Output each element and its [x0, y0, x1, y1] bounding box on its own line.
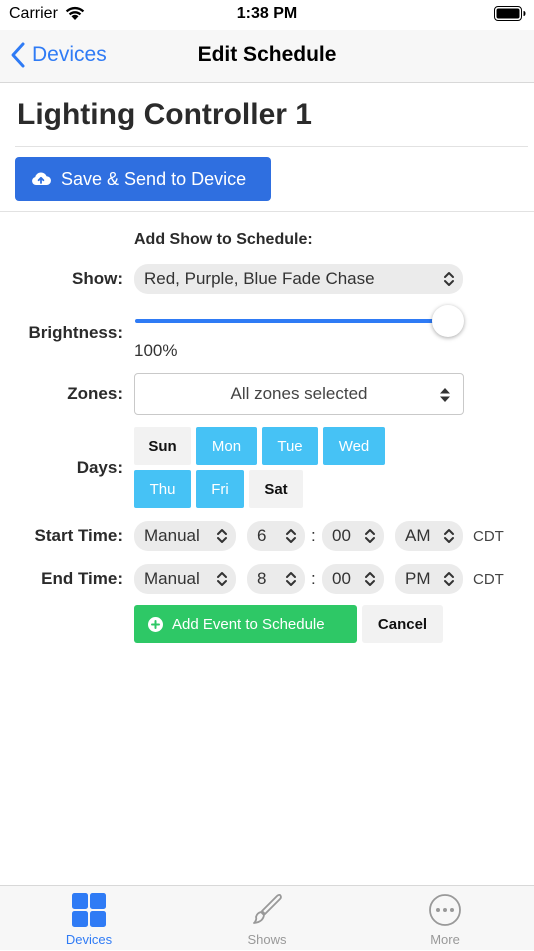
- end-time-mode-value: Manual: [144, 569, 200, 588]
- more-icon: [429, 894, 461, 926]
- start-time-label: Start Time:: [34, 526, 124, 545]
- start-hour-value: 6: [257, 526, 267, 545]
- start-minute-select[interactable]: 00: [322, 521, 384, 551]
- chevron-up-down-icon: [365, 529, 375, 543]
- day-button-sun[interactable]: Sun: [134, 427, 191, 465]
- cloud-upload-icon: [32, 172, 51, 186]
- chevron-up-down-icon: [444, 572, 454, 586]
- end-timezone: CDT: [473, 571, 504, 588]
- days-label: Days:: [76, 458, 123, 477]
- divider: [15, 146, 528, 147]
- end-hour-value: 8: [257, 569, 267, 588]
- zones-select[interactable]: All zones selected: [134, 373, 464, 415]
- start-ampm-select[interactable]: AM: [395, 521, 463, 551]
- tab-devices[interactable]: Devices: [0, 886, 178, 951]
- time-separator: :: [311, 526, 316, 545]
- end-hour-select[interactable]: 8: [247, 564, 305, 594]
- brightness-slider-thumb[interactable]: [432, 305, 464, 337]
- start-timezone: CDT: [473, 528, 504, 545]
- chevron-up-down-icon: [217, 572, 227, 586]
- show-label: Show:: [72, 269, 123, 288]
- divider: [0, 211, 534, 212]
- day-button-mon[interactable]: Mon: [196, 427, 257, 465]
- chevron-up-down-icon: [286, 529, 296, 543]
- day-button-fri[interactable]: Fri: [196, 470, 244, 508]
- grid-icon: [72, 893, 106, 927]
- device-name: Lighting Controller 1: [17, 98, 312, 131]
- chevron-up-down-icon: [286, 572, 296, 586]
- day-button-thu[interactable]: Thu: [134, 470, 191, 508]
- start-hour-select[interactable]: 6: [247, 521, 305, 551]
- start-time-mode-value: Manual: [144, 526, 200, 545]
- end-time-label: End Time:: [41, 569, 123, 588]
- chevron-up-down-icon: [444, 529, 454, 543]
- end-ampm-value: PM: [405, 569, 431, 588]
- add-event-button[interactable]: Add Event to Schedule: [134, 605, 357, 643]
- end-minute-value: 00: [332, 569, 351, 588]
- add-show-heading: Add Show to Schedule:: [134, 231, 313, 248]
- tab-label: Devices: [65, 932, 113, 947]
- plus-circle-icon: [148, 616, 163, 632]
- tab-label: More: [430, 932, 460, 947]
- start-minute-value: 00: [332, 526, 351, 545]
- chevron-up-down-icon: [444, 272, 454, 286]
- day-button-tue[interactable]: Tue: [262, 427, 318, 465]
- status-bar: Carrier 1:38 PM: [0, 0, 534, 30]
- tab-label: Shows: [247, 932, 287, 947]
- end-time-mode-select[interactable]: Manual: [134, 564, 236, 594]
- start-time-mode-select[interactable]: Manual: [134, 521, 236, 551]
- day-button-wed[interactable]: Wed: [323, 427, 385, 465]
- brightness-slider[interactable]: [135, 319, 449, 323]
- tab-shows[interactable]: Shows: [178, 886, 356, 951]
- show-select-value: Red, Purple, Blue Fade Chase: [144, 269, 375, 288]
- navigation-bar: Devices Edit Schedule: [0, 30, 534, 83]
- show-select[interactable]: Red, Purple, Blue Fade Chase: [134, 264, 463, 294]
- time-separator: :: [311, 569, 316, 588]
- end-ampm-select[interactable]: PM: [395, 564, 463, 594]
- tab-more[interactable]: More: [356, 886, 534, 951]
- day-button-sat[interactable]: Sat: [249, 470, 303, 508]
- zones-label: Zones:: [67, 384, 123, 403]
- status-time: 1:38 PM: [236, 5, 298, 22]
- zones-select-value: All zones selected: [230, 384, 368, 403]
- end-minute-select[interactable]: 00: [322, 564, 384, 594]
- chevron-up-down-icon: [365, 572, 375, 586]
- save-send-label: Save & Send to Device: [61, 168, 247, 189]
- save-send-button[interactable]: Save & Send to Device: [15, 157, 271, 201]
- tab-bar: Devices Shows More: [0, 885, 534, 950]
- battery-icon: [494, 6, 526, 21]
- add-event-label: Add Event to Schedule: [172, 615, 325, 633]
- page-title: Edit Schedule: [197, 43, 337, 66]
- cancel-button[interactable]: Cancel: [362, 605, 443, 643]
- start-ampm-value: AM: [405, 526, 431, 545]
- brightness-label: Brightness:: [28, 323, 123, 342]
- brightness-value: 100%: [134, 341, 178, 360]
- sort-arrows-icon: [440, 388, 450, 402]
- chevron-up-down-icon: [217, 529, 227, 543]
- brush-icon: [253, 893, 282, 924]
